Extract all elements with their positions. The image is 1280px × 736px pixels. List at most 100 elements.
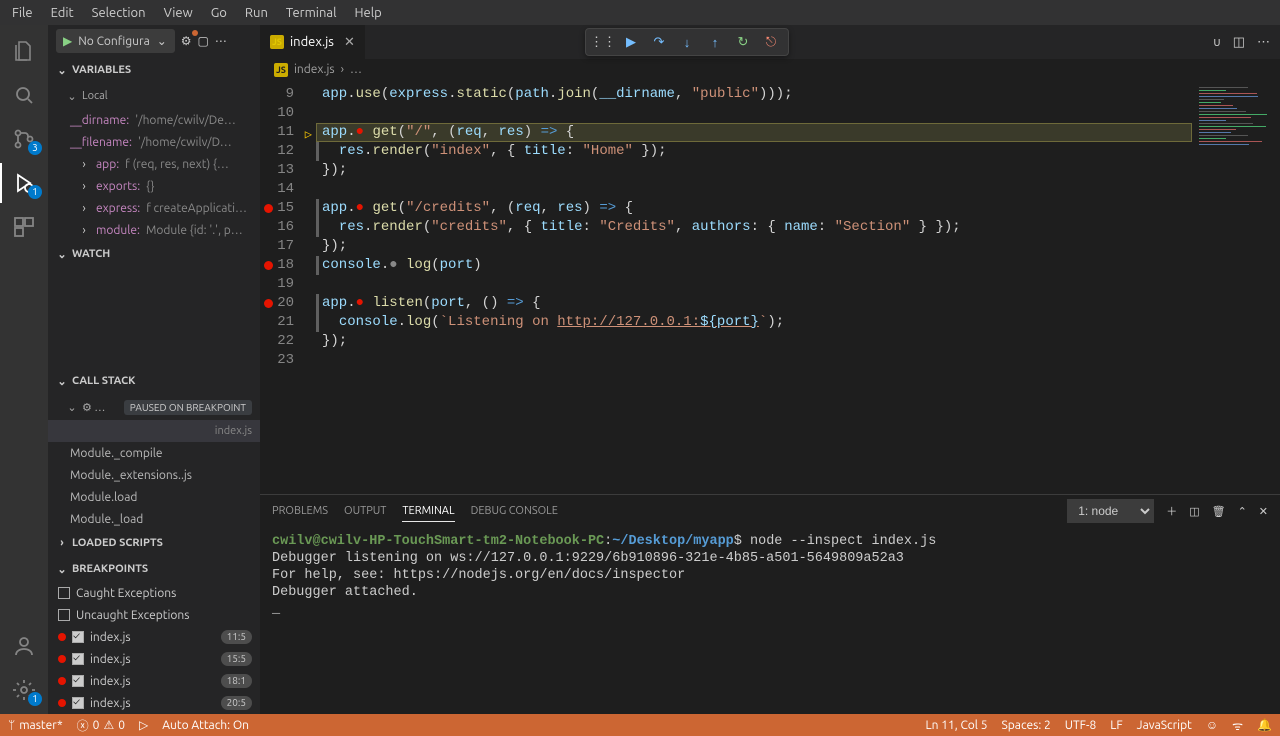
- code-lines[interactable]: app.use(express.static(path.join(__dirna…: [316, 81, 1192, 494]
- stack-frame[interactable]: Module._extensions..js: [48, 464, 260, 486]
- breakpoint-uncaught[interactable]: Uncaught Exceptions: [48, 604, 260, 626]
- gear-icon[interactable]: ⚙: [181, 34, 192, 48]
- stack-frame[interactable]: Module._load: [48, 508, 260, 530]
- status-encoding[interactable]: UTF-8: [1065, 717, 1096, 734]
- continue-icon[interactable]: ▶: [618, 29, 644, 55]
- thread-label: ⚙ …: [82, 401, 105, 414]
- step-over-icon[interactable]: ↷: [646, 29, 672, 55]
- var-name: module:: [96, 224, 140, 237]
- variables-header[interactable]: ⌄ VARIABLES: [48, 57, 260, 83]
- disconnect-icon[interactable]: ⎋: [758, 29, 784, 55]
- loaded-scripts-header[interactable]: › LOADED SCRIPTS: [48, 530, 260, 556]
- status-debug-start[interactable]: ▷: [139, 718, 148, 732]
- source-control-icon[interactable]: 3: [0, 119, 48, 159]
- menu-help[interactable]: Help: [348, 4, 387, 22]
- watch-header[interactable]: ⌄ WATCH: [48, 241, 260, 267]
- callstack-thread[interactable]: ⌄ ⚙ … PAUSED ON BREAKPOINT: [48, 394, 260, 420]
- checkbox-icon[interactable]: [72, 631, 84, 643]
- run-debug-icon[interactable]: 1: [0, 163, 48, 203]
- split-terminal-icon[interactable]: ◫: [1189, 505, 1199, 518]
- section-label: VARIABLES: [72, 64, 131, 76]
- feedback-icon[interactable]: ☺: [1206, 717, 1218, 734]
- checkbox-icon[interactable]: [72, 697, 84, 709]
- checkbox-icon[interactable]: [72, 653, 84, 665]
- status-branch[interactable]: ᛘ master*: [8, 719, 63, 732]
- search-icon[interactable]: [0, 75, 48, 115]
- panel-tab-debug-console[interactable]: DEBUG CONSOLE: [471, 501, 558, 521]
- breadcrumb-item[interactable]: …: [350, 63, 362, 76]
- trash-icon[interactable]: 🗑: [1212, 505, 1226, 518]
- breakpoint-caught[interactable]: Caught Exceptions: [48, 582, 260, 604]
- breadcrumb[interactable]: JS index.js › …: [260, 59, 1280, 81]
- menu-edit[interactable]: Edit: [45, 4, 80, 22]
- code-editor[interactable]: 910▷11121314151617181920212223 app.use(e…: [260, 81, 1280, 494]
- chevron-down-icon: ⌄: [56, 248, 68, 261]
- panel-tab-output[interactable]: OUTPUT: [344, 501, 386, 521]
- tab-indexjs[interactable]: JS index.js ✕: [260, 25, 366, 59]
- line-gutter[interactable]: 910▷11121314151617181920212223: [260, 81, 316, 494]
- more-icon[interactable]: ⋯: [1257, 35, 1270, 50]
- stack-frame[interactable]: Module._compile: [48, 442, 260, 464]
- account-icon[interactable]: [0, 626, 48, 666]
- more-icon[interactable]: ⋯: [215, 34, 227, 48]
- var-name: __dirname:: [70, 114, 129, 127]
- step-out-icon[interactable]: ↑: [702, 29, 728, 55]
- step-into-icon[interactable]: ↓: [674, 29, 700, 55]
- bp-label: Caught Exceptions: [76, 587, 176, 600]
- variable-__dirname[interactable]: __dirname: '/home/cwilv/De…: [48, 109, 260, 131]
- restart-icon[interactable]: ↻: [730, 29, 756, 55]
- compare-icon[interactable]: υ: [1213, 35, 1220, 49]
- checkbox-icon[interactable]: [58, 587, 70, 599]
- chevron-up-icon[interactable]: ⌃: [1238, 505, 1247, 518]
- stack-frame[interactable]: Module.load: [48, 486, 260, 508]
- callstack-header[interactable]: ⌄ CALL STACK: [48, 368, 260, 394]
- split-editor-icon[interactable]: ◫: [1233, 35, 1245, 50]
- extensions-icon[interactable]: [0, 207, 48, 247]
- settings-icon[interactable]: 1: [0, 670, 48, 710]
- debug-console-icon[interactable]: ▢: [198, 34, 209, 48]
- breakpoint-entry[interactable]: index.js18:1: [48, 670, 260, 692]
- variable-__filename[interactable]: __filename: '/home/cwilv/D…: [48, 131, 260, 153]
- panel-tab-terminal[interactable]: TERMINAL: [402, 501, 454, 522]
- menu-run[interactable]: Run: [239, 4, 274, 22]
- variable-module[interactable]: ›module: Module {id: '.', p…: [48, 219, 260, 241]
- grip-icon[interactable]: ⋮⋮: [590, 29, 616, 55]
- menu-go[interactable]: Go: [205, 4, 233, 22]
- terminal-output[interactable]: cwilv@cwilv-HP-TouchSmart-tm2-Notebook-P…: [260, 527, 1280, 714]
- checkbox-icon[interactable]: [72, 675, 84, 687]
- panel-tab-problems[interactable]: PROBLEMS: [272, 501, 328, 521]
- menu-view[interactable]: View: [158, 4, 199, 22]
- files-icon[interactable]: [0, 31, 48, 71]
- minimap[interactable]: [1192, 81, 1280, 494]
- radio-tower-icon[interactable]: ᯤ: [1232, 717, 1243, 734]
- variable-app[interactable]: ›app: f (req, res, next) {…: [48, 153, 260, 175]
- local-scope-header[interactable]: ⌄ Local: [48, 83, 260, 109]
- menu-file[interactable]: File: [6, 4, 39, 22]
- close-icon[interactable]: ✕: [1259, 505, 1268, 518]
- variable-express[interactable]: ›express: f createApplicati…: [48, 197, 260, 219]
- breakpoint-entry[interactable]: index.js11:5: [48, 626, 260, 648]
- status-spaces[interactable]: Spaces: 2: [1001, 717, 1050, 734]
- variable-exports[interactable]: ›exports: {}: [48, 175, 260, 197]
- js-icon: JS: [274, 63, 288, 77]
- stack-frame[interactable]: index.js: [48, 420, 260, 442]
- close-icon[interactable]: ✕: [344, 35, 355, 50]
- status-auto-attach[interactable]: Auto Attach: On: [162, 719, 249, 732]
- status-ln-col[interactable]: Ln 11, Col 5: [926, 717, 988, 734]
- debug-config-dropdown[interactable]: ▶ No Configura ⌄: [56, 29, 175, 53]
- breakpoint-entry[interactable]: index.js15:5: [48, 648, 260, 670]
- debug-controls[interactable]: ⋮⋮ ▶ ↷ ↓ ↑ ↻ ⎋: [585, 28, 789, 56]
- status-problems[interactable]: ⓧ0 ⚠0: [77, 717, 125, 734]
- menu-terminal[interactable]: Terminal: [280, 4, 343, 22]
- breakpoints-header[interactable]: ⌄ BREAKPOINTS: [48, 556, 260, 582]
- status-language[interactable]: JavaScript: [1137, 717, 1192, 734]
- terminal-selector[interactable]: 1: node: [1067, 499, 1154, 523]
- workspace: 3 1 1 ▶ No Configura ⌄ ⚙ ▢: [0, 25, 1280, 714]
- breakpoint-entry[interactable]: index.js20:5: [48, 692, 260, 714]
- menu-selection[interactable]: Selection: [86, 4, 152, 22]
- checkbox-icon[interactable]: [58, 609, 70, 621]
- breadcrumb-item[interactable]: index.js: [294, 63, 335, 76]
- status-eol[interactable]: LF: [1110, 717, 1122, 734]
- new-terminal-icon[interactable]: ＋: [1166, 503, 1177, 519]
- bell-icon[interactable]: 🔔: [1257, 717, 1272, 734]
